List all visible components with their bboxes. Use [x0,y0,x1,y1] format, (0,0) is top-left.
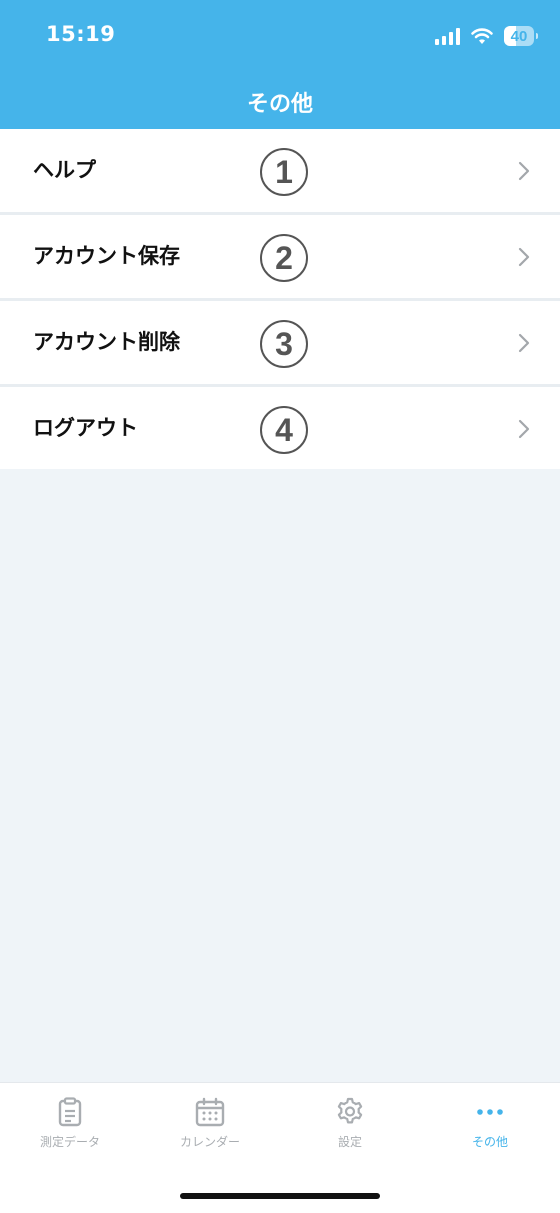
menu-item-logout[interactable]: ログアウト 4 [0,387,560,469]
chevron-right-icon [518,247,530,267]
number-badge: 2 [260,234,308,282]
wifi-icon [471,28,493,44]
status-time: 15:19 [46,22,116,46]
tab-label: 測定データ [39,1135,100,1149]
menu-item-label: ヘルプ [33,158,96,182]
page-title: その他 [246,92,313,117]
tab-label: カレンダー [179,1135,240,1149]
number-badge: 4 [260,406,308,454]
tab-settings[interactable]: 設定 [280,1097,420,1157]
number-badge: 3 [260,320,308,368]
menu-list: ヘルプ 1 アカウント保存 2 アカウント削除 3 ログアウト 4 [0,129,560,469]
tab-calendar[interactable]: カレンダー [140,1097,280,1157]
tab-label: その他 [471,1135,508,1149]
chevron-right-icon [518,419,530,439]
tab-measurement-data[interactable]: 測定データ [0,1097,140,1157]
number-badge: 1 [260,148,308,196]
menu-item-label: アカウント保存 [33,244,180,268]
tab-more[interactable]: その他 [420,1097,560,1157]
battery-icon: 40 [504,26,538,46]
menu-item-label: アカウント削除 [33,330,180,354]
menu-item-help[interactable]: ヘルプ 1 [0,129,560,215]
more-icon [475,1097,505,1127]
status-icons: 40 [435,22,538,50]
calendar-icon [195,1097,225,1127]
menu-item-delete-account[interactable]: アカウント削除 3 [0,301,560,387]
gear-icon [335,1097,365,1127]
menu-item-save-account[interactable]: アカウント保存 2 [0,215,560,301]
battery-level: 40 [510,27,528,45]
menu-item-label: ログアウト [33,416,138,440]
tab-label: 設定 [337,1135,362,1149]
header-bar: 15:19 40 その他 [0,0,560,129]
home-indicator [180,1193,380,1199]
signal-icon [435,27,460,45]
chevron-right-icon [518,333,530,353]
chevron-right-icon [518,161,530,181]
clipboard-icon [55,1097,85,1127]
